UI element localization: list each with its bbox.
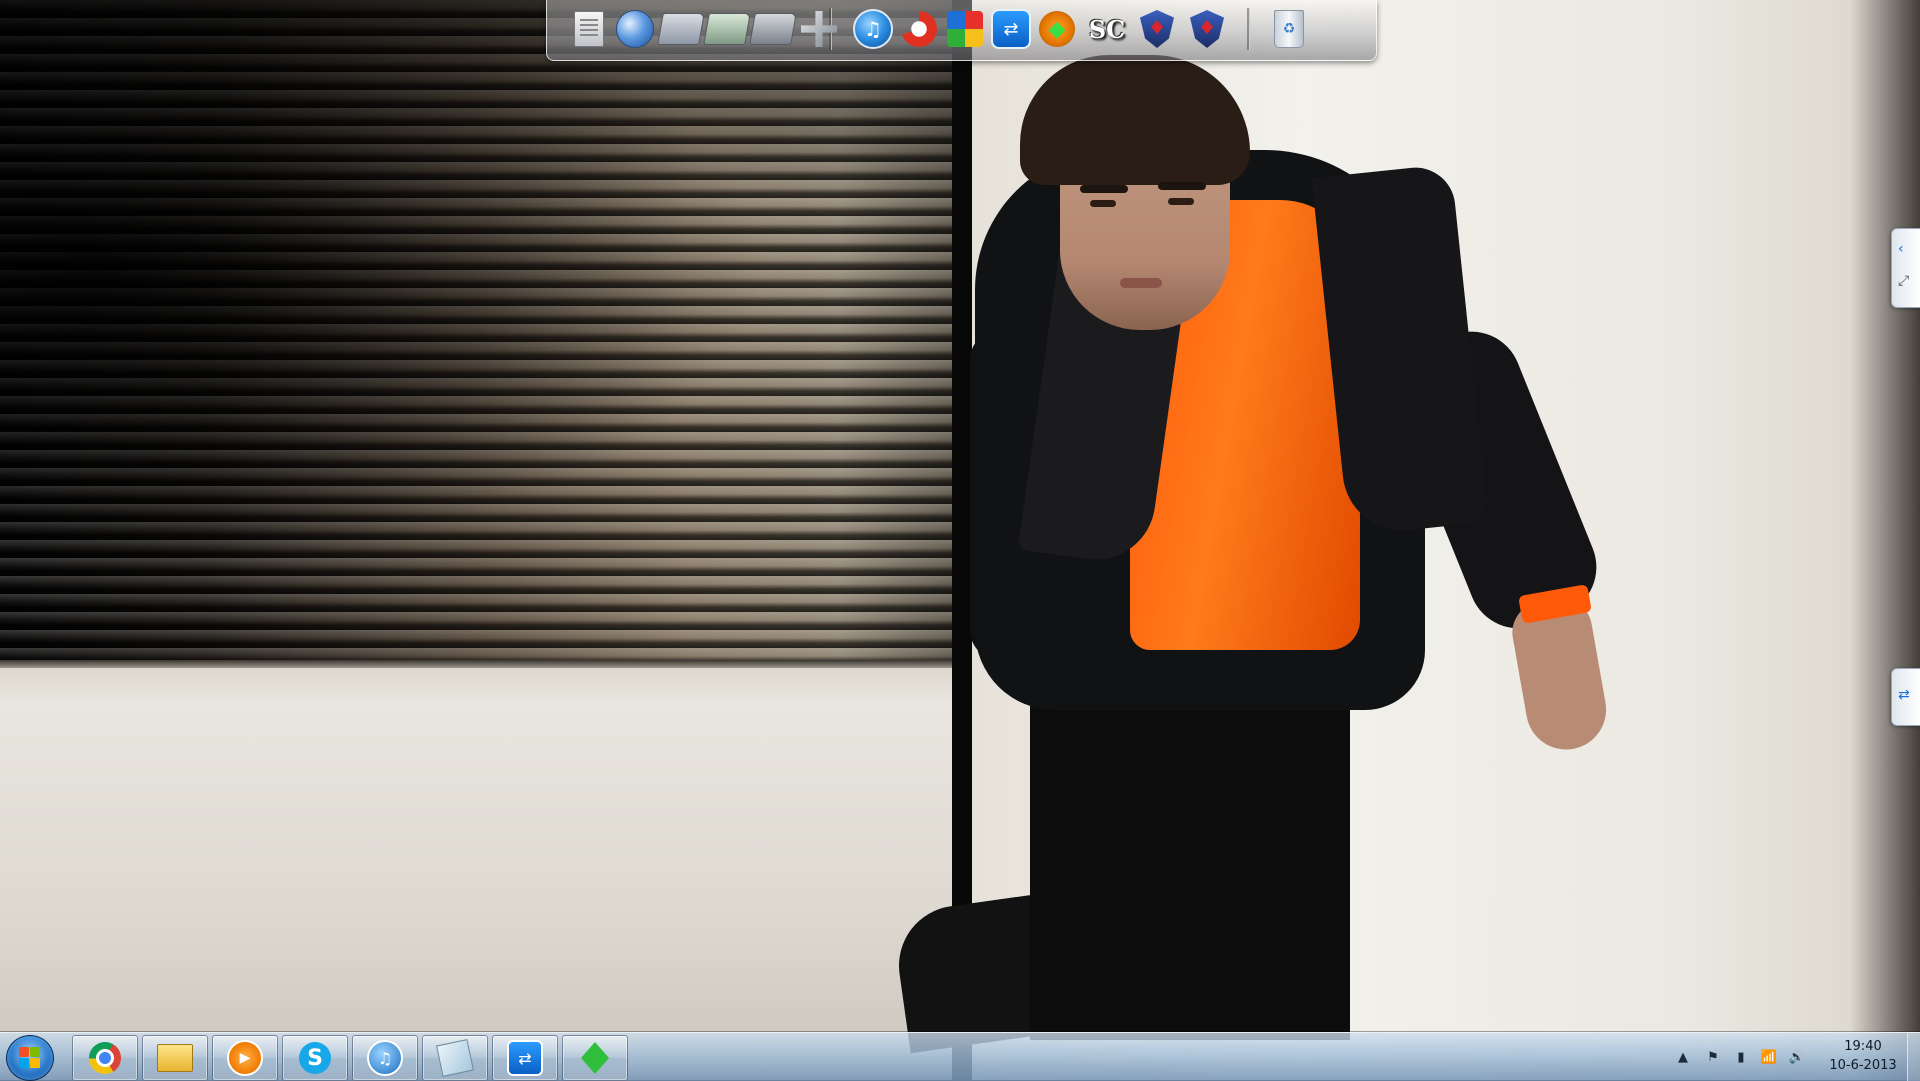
itunes-icon: ♫ <box>367 1040 403 1076</box>
taskbar: ▶ S ♫ ⇄ ▲ ⚑ ▮ 📶 🔊 19:40 10-6-2013 <box>0 1032 1920 1081</box>
windows-media-player-icon: ▶ <box>227 1040 263 1076</box>
taskbar-button-windows-media-player[interactable]: ▶ <box>212 1035 278 1081</box>
taskbar-button-teamviewer[interactable]: ⇄ <box>492 1035 558 1081</box>
taskbar-button-chrome[interactable] <box>72 1035 138 1081</box>
taskbar-button-sims[interactable] <box>562 1035 628 1081</box>
wallpaper-wall <box>0 660 954 1080</box>
dock-item-folder[interactable] <box>657 6 705 52</box>
show-hidden-icons-icon[interactable]: ▲ <box>1672 1047 1694 1067</box>
tools-icon <box>801 11 837 47</box>
dock-separator <box>1247 8 1250 50</box>
dock-item-tools[interactable] <box>797 6 841 52</box>
dock-item-recycle-bin[interactable]: ♻ <box>1267 6 1311 52</box>
dock-item-sc-logo[interactable]: SC <box>1085 6 1129 52</box>
sticky-notes-icon <box>436 1039 474 1077</box>
dock-item-avg[interactable] <box>943 6 987 52</box>
windows-explorer-icon <box>157 1044 193 1072</box>
skype-icon: S <box>299 1042 331 1074</box>
dock-item-itunes[interactable]: ♫ <box>851 6 895 52</box>
show-desktop-button[interactable] <box>1907 1033 1920 1081</box>
action-center-flag-icon[interactable]: ⚑ <box>1702 1047 1724 1067</box>
wallpaper-figure-eye <box>1090 200 1116 207</box>
folder-pictures-icon <box>703 13 751 45</box>
taskbar-button-windows-explorer[interactable] <box>142 1035 208 1081</box>
sims-icon <box>581 1042 609 1074</box>
dock-item-document[interactable] <box>567 6 611 52</box>
volume-icon[interactable]: 🔊 <box>1786 1047 1808 1067</box>
teamviewer-icon[interactable]: ⇄ <box>1898 687 1910 703</box>
network-signal-icon[interactable]: 📶 <box>1758 1047 1780 1067</box>
teamviewer-icon: ⇄ <box>991 9 1031 49</box>
document-icon <box>574 11 604 47</box>
teamviewer-side-tab[interactable]: ⇄ <box>1891 668 1920 726</box>
dock-item-sims[interactable]: ◆ <box>1035 6 1079 52</box>
dock-item-globe-network[interactable] <box>613 6 657 52</box>
clock-time: 19:40 <box>1844 1039 1882 1054</box>
wallpaper-figure-brow <box>1158 182 1206 190</box>
windows-logo-icon <box>19 1047 41 1069</box>
start-button[interactable] <box>6 1035 54 1081</box>
wallpaper-figure-lips <box>1120 278 1162 288</box>
ccleaner-icon <box>901 11 937 47</box>
crest-icon <box>1140 10 1174 48</box>
dock-item-ccleaner[interactable] <box>897 6 941 52</box>
desktop-wallpaper <box>0 0 1920 1080</box>
tray-clock[interactable]: 19:40 10-6-2013 <box>1818 1037 1908 1077</box>
side-collapse-tab[interactable]: ‹ ⤢ <box>1891 228 1920 308</box>
taskbar-button-itunes[interactable]: ♫ <box>352 1035 418 1081</box>
sims-icon: ◆ <box>1039 11 1075 47</box>
dock-item-teamviewer[interactable]: ⇄ <box>989 6 1033 52</box>
sc-logo-icon: SC <box>1088 14 1126 44</box>
globe-network-icon <box>616 10 654 48</box>
wallpaper-figure-brow <box>1080 185 1128 193</box>
dock-item-folder-pictures[interactable] <box>703 6 751 52</box>
chevron-left-icon[interactable]: ‹ <box>1898 241 1904 257</box>
wallpaper-figure-eye <box>1168 198 1194 205</box>
taskbar-button-sticky-notes[interactable] <box>422 1035 488 1081</box>
dock-item-folder-videos[interactable] <box>749 6 797 52</box>
chrome-icon <box>89 1042 121 1074</box>
crest-icon <box>1190 10 1224 48</box>
recycle-bin-icon: ♻ <box>1274 10 1304 48</box>
expand-icon[interactable]: ⤢ <box>1898 273 1909 289</box>
clock-date: 10-6-2013 <box>1829 1058 1897 1073</box>
dock-item-crest[interactable] <box>1185 6 1229 52</box>
avg-icon <box>947 11 983 47</box>
power-icon[interactable]: ▮ <box>1730 1047 1752 1067</box>
wallpaper-roller-shutter <box>0 0 954 660</box>
dock-item-crest[interactable] <box>1135 6 1179 52</box>
itunes-icon: ♫ <box>853 9 893 49</box>
folder-icon <box>657 13 705 45</box>
teamviewer-icon: ⇄ <box>507 1040 543 1076</box>
wallpaper-left-panel <box>0 0 954 1080</box>
top-dock: ♫ ⇄ ◆ SC ♻ <box>546 0 1377 61</box>
taskbar-button-skype[interactable]: S <box>282 1035 348 1081</box>
folder-videos-icon <box>749 13 797 45</box>
